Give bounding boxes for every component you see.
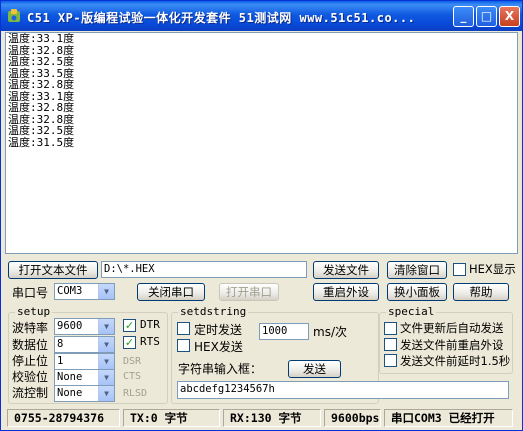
parity-value: None xyxy=(57,371,83,383)
dtr-checkbox[interactable]: ✓ xyxy=(123,319,136,332)
chevron-down-icon: ▼ xyxy=(98,337,114,352)
flow-control-select[interactable]: None ▼ xyxy=(54,385,115,402)
auto-send-label: 文件更新后自动发送 xyxy=(400,321,504,335)
app-icon xyxy=(8,9,20,22)
interval-unit-label: ms/次 xyxy=(313,325,347,339)
timed-send-checkbox[interactable] xyxy=(177,322,190,335)
title-bar[interactable]: C51 XP-版编程试验一体化开发套件 51测试网 www.51c51.co..… xyxy=(1,1,522,31)
window-title: C51 XP-版编程试验一体化开发套件 51测试网 www.51c51.co..… xyxy=(27,11,416,25)
chevron-down-icon: ▼ xyxy=(98,386,114,401)
stop-bits-select[interactable]: 1 ▼ xyxy=(54,353,115,370)
hex-display-checkbox[interactable] xyxy=(453,263,466,276)
output-line: 温度:32.8度 xyxy=(8,112,75,126)
data-bits-label: 数据位 xyxy=(12,338,49,352)
rts-checkbox[interactable]: ✓ xyxy=(123,336,136,349)
restart-before-send-label: 发送文件前重启外设 xyxy=(400,338,504,352)
output-lines: 温度:33.1度 温度:32.8度 温度:32.5度 温度:33.5度 温度:32.8度… xyxy=(6,33,517,148)
port-label: 串口号 xyxy=(12,286,49,300)
status-bar: 0755-28794376 TX:0 字节 RX:130 字节 9600bps … xyxy=(3,407,520,428)
output-line: 温度:31.5度 xyxy=(8,135,75,149)
main-window: C51 XP-版编程试验一体化开发套件 51测试网 www.51c51.co..… xyxy=(0,0,523,431)
delay-before-send-label: 发送文件前延时1.5秒 xyxy=(400,354,511,368)
hex-send-label: HEX发送 xyxy=(194,340,243,354)
status-rx: RX:130 字节 xyxy=(223,409,321,427)
hex-send-checkbox[interactable] xyxy=(177,339,190,352)
parity-label: 校验位 xyxy=(12,370,49,384)
chevron-down-icon: ▼ xyxy=(98,370,114,385)
switch-panel-button[interactable]: 换小面板 xyxy=(387,283,447,301)
delay-before-send-checkbox[interactable] xyxy=(384,354,397,367)
dsr-indicator: DSR xyxy=(123,356,142,367)
output-line: 温度:33.1度 xyxy=(8,89,75,103)
rts-label: RTS xyxy=(140,335,160,348)
send-button[interactable]: 发送 xyxy=(288,360,341,378)
hex-display-label: HEX显示 xyxy=(469,262,516,276)
special-group-title: special xyxy=(386,305,437,318)
clear-window-button[interactable]: 清除窗口 xyxy=(387,261,447,279)
file-path-input[interactable]: D:\*.HEX xyxy=(101,261,307,278)
output-line: 温度:32.8度 xyxy=(8,78,75,91)
output-line: 温度:33.1度 xyxy=(8,32,75,45)
restart-before-send-checkbox[interactable] xyxy=(384,338,397,351)
timed-send-label: 定时发送 xyxy=(194,323,243,337)
chevron-down-icon: ▼ xyxy=(98,284,114,299)
string-input[interactable]: abcdefg1234567h xyxy=(177,381,509,399)
help-button[interactable]: 帮助 xyxy=(453,283,509,301)
data-bits-select[interactable]: 8 ▼ xyxy=(54,336,115,353)
maximize-button[interactable]: □ xyxy=(476,6,497,27)
data-bits-value: 8 xyxy=(57,338,64,350)
flow-control-value: None xyxy=(57,387,83,399)
baud-value: 9600 xyxy=(57,320,83,332)
parity-select[interactable]: None ▼ xyxy=(54,369,115,386)
dtr-label: DTR xyxy=(140,318,160,331)
send-file-button[interactable]: 发送文件 xyxy=(313,261,379,279)
chevron-down-icon: ▼ xyxy=(98,319,114,334)
baud-select[interactable]: 9600 ▼ xyxy=(54,318,115,335)
restart-peripheral-button[interactable]: 重启外设 xyxy=(313,283,379,301)
port-value: COM3 xyxy=(57,285,83,297)
output-line: 温度:32.8度 xyxy=(8,43,75,57)
rlsd-indicator: RLSD xyxy=(123,388,148,399)
setdstring-group-title: setdstring xyxy=(178,305,249,318)
string-input-label: 字符串输入框： xyxy=(178,362,263,376)
cts-indicator: CTS xyxy=(123,371,142,382)
receive-output-area[interactable]: 温度:33.1度 温度:32.8度 温度:32.5度 温度:33.5度 温度:32.8度… xyxy=(5,32,518,254)
stop-bits-value: 1 xyxy=(57,355,64,367)
auto-send-checkbox[interactable] xyxy=(384,322,397,335)
output-line: 温度:32.5度 xyxy=(8,55,75,68)
minimize-button[interactable]: _ xyxy=(453,6,474,27)
open-text-file-button[interactable]: 打开文本文件 xyxy=(8,261,98,279)
output-line: 温度:32.8度 xyxy=(8,101,75,114)
open-port-button[interactable]: 打开串口 xyxy=(219,283,279,301)
flow-control-label: 流控制 xyxy=(12,386,49,400)
status-tx: TX:0 字节 xyxy=(123,409,220,427)
status-phone: 0755-28794376 xyxy=(7,409,120,427)
status-baud: 9600bps xyxy=(324,409,381,427)
chevron-down-icon: ▼ xyxy=(98,354,114,369)
close-port-button[interactable]: 关闭串口 xyxy=(137,283,205,301)
port-select[interactable]: COM3 ▼ xyxy=(54,283,115,300)
status-port-state: 串口COM3 已经打开 xyxy=(384,409,513,427)
stop-bits-label: 停止位 xyxy=(12,354,49,368)
output-line: 温度:33.5度 xyxy=(8,66,75,80)
interval-input[interactable]: 1000 xyxy=(259,323,309,340)
close-button[interactable]: X xyxy=(499,6,520,27)
baud-label: 波特率 xyxy=(12,321,49,335)
setup-group-title: setup xyxy=(15,305,53,318)
output-line: 温度:32.5度 xyxy=(8,124,75,137)
